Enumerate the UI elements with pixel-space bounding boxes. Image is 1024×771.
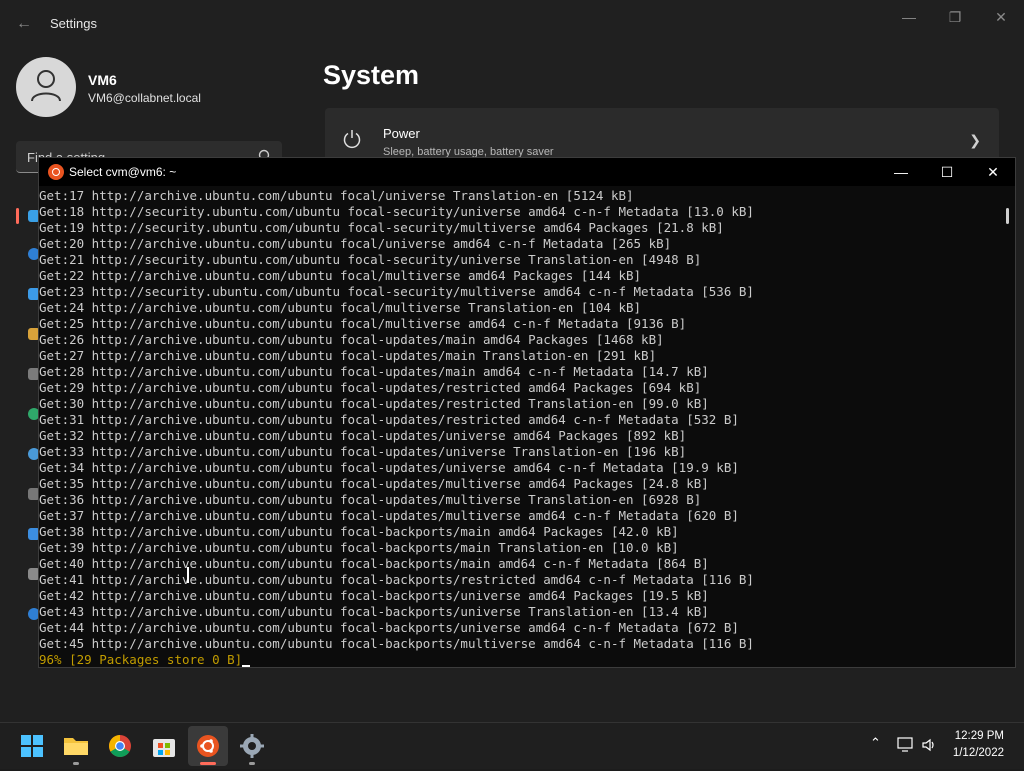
terminal-titlebar[interactable]: Select cvm@vm6: ~ — ☐ ✕ xyxy=(39,158,1015,186)
terminal-line: Get:33 http://archive.ubuntu.com/ubuntu … xyxy=(39,444,687,459)
terminal-line: Get:21 http://security.ubuntu.com/ubuntu… xyxy=(39,252,702,267)
nav-selected-indicator xyxy=(16,208,19,224)
terminal-line: Get:42 http://archive.ubuntu.com/ubuntu … xyxy=(39,588,709,603)
settings-gear-icon xyxy=(240,734,264,758)
restore-button[interactable]: ❐ xyxy=(932,6,978,28)
running-indicator xyxy=(73,762,79,765)
clock-date[interactable]: 1/12/2022 xyxy=(953,747,1004,759)
terminal-line: Get:22 http://archive.ubuntu.com/ubuntu … xyxy=(39,268,642,283)
terminal-line: Get:38 http://archive.ubuntu.com/ubuntu … xyxy=(39,524,679,539)
terminal-window[interactable]: Select cvm@vm6: ~ — ☐ ✕ Get:17 http://ar… xyxy=(38,157,1016,668)
terminal-line: Get:41 http://archive.ubuntu.com/ubuntu … xyxy=(39,572,754,587)
progress-text: 96% [29 Packages store 0 B] xyxy=(39,652,243,667)
settings-nav xyxy=(16,200,40,630)
terminal-title: Select cvm@vm6: ~ xyxy=(69,165,177,179)
settings-window-title: Settings xyxy=(50,16,97,31)
chrome-icon xyxy=(109,735,131,757)
ubuntu-icon xyxy=(48,164,64,180)
chrome-button[interactable] xyxy=(100,726,140,766)
mouse-ibeam-cursor xyxy=(187,567,189,583)
terminal-line: Get:24 http://archive.ubuntu.com/ubuntu … xyxy=(39,300,642,315)
store-icon xyxy=(153,739,175,757)
power-label: Power xyxy=(383,126,420,141)
terminal-line: Get:32 http://archive.ubuntu.com/ubuntu … xyxy=(39,428,687,443)
settings-titlebar: ← Settings — ❐ ✕ xyxy=(0,0,1024,48)
terminal-line: Get:39 http://archive.ubuntu.com/ubuntu … xyxy=(39,540,679,555)
terminal-line: Get:31 http://archive.ubuntu.com/ubuntu … xyxy=(39,412,739,427)
user-email: VM6@collabnet.local xyxy=(88,91,201,105)
terminal-line: Get:34 http://archive.ubuntu.com/ubuntu … xyxy=(39,460,739,475)
file-explorer-button[interactable] xyxy=(56,726,96,766)
terminal-line: Get:27 http://archive.ubuntu.com/ubuntu … xyxy=(39,348,657,363)
user-icon xyxy=(31,70,61,102)
chevron-right-icon: ❯ xyxy=(969,132,981,148)
terminal-close-button[interactable]: ✕ xyxy=(970,158,1016,186)
terminal-output[interactable]: Get:17 http://archive.ubuntu.com/ubuntu … xyxy=(39,186,1001,667)
file-explorer-icon xyxy=(64,738,88,755)
ubuntu-icon xyxy=(197,735,219,757)
terminal-line: Get:45 http://archive.ubuntu.com/ubuntu … xyxy=(39,636,754,651)
close-button[interactable]: ✕ xyxy=(978,6,1024,28)
page-title: System xyxy=(323,60,420,90)
terminal-line: Get:35 http://archive.ubuntu.com/ubuntu … xyxy=(39,476,709,491)
terminal-line: Get:30 http://archive.ubuntu.com/ubuntu … xyxy=(39,396,709,411)
active-indicator xyxy=(200,762,216,765)
terminal-line: Get:17 http://archive.ubuntu.com/ubuntu … xyxy=(39,188,634,203)
terminal-line: Get:23 http://security.ubuntu.com/ubuntu… xyxy=(39,284,754,299)
running-indicator xyxy=(249,762,255,765)
terminal-line: Get:20 http://archive.ubuntu.com/ubuntu … xyxy=(39,236,672,251)
terminal-line: Get:25 http://archive.ubuntu.com/ubuntu … xyxy=(39,316,687,331)
terminal-progress-line: 96% [29 Packages store 0 B] xyxy=(39,652,251,667)
terminal-line: Get:18 http://security.ubuntu.com/ubuntu… xyxy=(39,204,754,219)
terminal-line: Get:40 http://archive.ubuntu.com/ubuntu … xyxy=(39,556,709,571)
power-icon xyxy=(343,130,361,149)
terminal-minimize-button[interactable]: — xyxy=(878,158,924,186)
settings-button[interactable] xyxy=(232,726,272,766)
clock-time[interactable]: 12:29 PM xyxy=(955,730,1004,742)
terminal-maximize-button[interactable]: ☐ xyxy=(924,158,970,186)
terminal-line: Get:36 http://archive.ubuntu.com/ubuntu … xyxy=(39,492,702,507)
volume-icon[interactable] xyxy=(921,737,937,753)
back-arrow-icon[interactable]: ← xyxy=(14,14,34,34)
taskbar: ⌃ 12:29 PM 1/12/2022 xyxy=(0,722,1024,769)
ubuntu-terminal-button[interactable] xyxy=(188,726,228,766)
network-icon[interactable] xyxy=(897,737,915,753)
start-button[interactable] xyxy=(12,726,52,766)
terminal-line: Get:43 http://archive.ubuntu.com/ubuntu … xyxy=(39,604,709,619)
terminal-line: Get:37 http://archive.ubuntu.com/ubuntu … xyxy=(39,508,739,523)
terminal-line: Get:28 http://archive.ubuntu.com/ubuntu … xyxy=(39,364,709,379)
terminal-line: Get:19 http://security.ubuntu.com/ubuntu… xyxy=(39,220,724,235)
chevron-up-icon[interactable]: ⌃ xyxy=(870,735,881,751)
windows-start-icon xyxy=(21,735,43,757)
user-name: VM6 xyxy=(88,72,117,88)
store-button[interactable] xyxy=(144,726,184,766)
terminal-scrollbar[interactable] xyxy=(1006,208,1009,224)
avatar[interactable] xyxy=(16,57,76,117)
minimize-button[interactable]: — xyxy=(886,6,932,28)
terminal-line: Get:29 http://archive.ubuntu.com/ubuntu … xyxy=(39,380,702,395)
text-cursor xyxy=(242,665,251,667)
terminal-line: Get:44 http://archive.ubuntu.com/ubuntu … xyxy=(39,620,739,635)
terminal-line: Get:26 http://archive.ubuntu.com/ubuntu … xyxy=(39,332,664,347)
